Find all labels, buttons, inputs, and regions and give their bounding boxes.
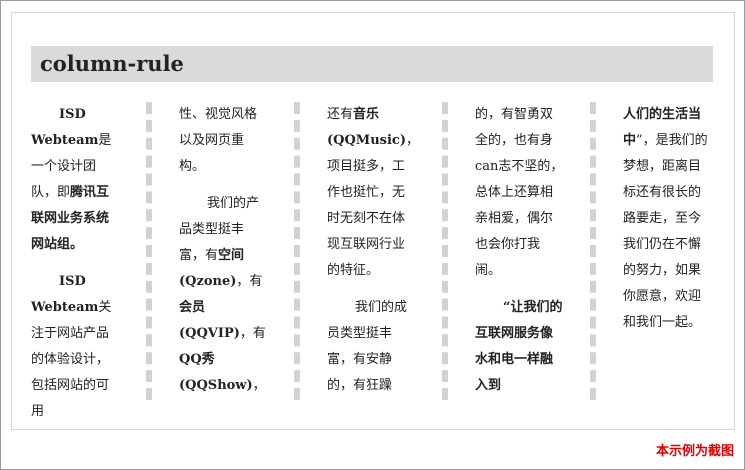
paragraph: 的，有智勇双全的，也有身can志不坚的，总体上还算相亲相爱，偶尔也会你打我闹。	[475, 102, 565, 284]
column-rule-4	[590, 102, 596, 400]
text-run: 关注于网站产品的体验设计，包括网站的可用	[31, 300, 112, 419]
column-rule-3	[442, 102, 448, 400]
text-column-1: ISD Webteam是一个设计团队，即腾讯互联网业务系统网站组。 ISD Web…	[31, 102, 121, 436]
text-column-3: 还有音乐(QQMusic)，项目挺多，工作也挺忙，无时无刻不在体现互联网行业的特…	[327, 102, 419, 410]
text-run: 还有	[327, 107, 354, 122]
title-bar: column-rule	[31, 46, 713, 82]
text-run: ，项目挺多，工作也挺忙，无时无刻不在体现互联网行业的特征。	[327, 133, 419, 278]
paragraph: 我们的产品类型挺丰富，有空间(Qzone)，有会员(QQVIP)，有QQ秀(QQ…	[179, 191, 269, 399]
column-rule-1	[146, 102, 152, 400]
column-rule-2	[294, 102, 300, 400]
paragraph: 还有音乐(QQMusic)，项目挺多，工作也挺忙，无时无刻不在体现互联网行业的特…	[327, 102, 419, 284]
paragraph: ISD Webteam是一个设计团队，即腾讯互联网业务系统网站组。	[31, 102, 121, 258]
paragraph: 性、视觉风格以及网页重构。	[179, 102, 269, 180]
text-run: 性、视觉风格以及网页重构。	[179, 107, 258, 174]
text-run: 我们的成员类型挺丰富，有安静的，有狂躁	[327, 300, 408, 393]
text-column-2: 性、视觉风格以及网页重构。 我们的产品类型挺丰富，有空间(Qzone)，有会员(Q…	[179, 102, 269, 410]
text-run: 的，有智勇双全的，也有身can志不坚的，总体上还算相亲相爱，偶尔也会你打我闹。	[475, 107, 564, 278]
text-run: ，有	[239, 326, 266, 341]
bold-text: 会员(QQVIP)	[179, 300, 240, 341]
text-run: ”，是我们的梦想，距离目标还有很长的路要走，至今我们仍在不懈的努力，如果你愿意，…	[623, 133, 708, 330]
bold-text: “让我们的互联网服务像水和电一样融入到	[475, 300, 563, 393]
bold-text: ISD Webteam	[31, 107, 99, 148]
screenshot-caption: 本示例为截图	[655, 444, 734, 459]
paragraph: 我们的成员类型挺丰富，有安静的，有狂躁	[327, 295, 417, 399]
bold-text: ISD Webteam	[31, 274, 99, 315]
text-run: ，有	[236, 274, 263, 289]
bold-text: QQ秀(QQShow)	[179, 352, 253, 393]
text-run: ，	[252, 378, 266, 393]
multi-column-text: ISD Webteam是一个设计团队，即腾讯互联网业务系统网站组。 ISD Web…	[0, 102, 745, 419]
text-column-4: 的，有智勇双全的，也有身can志不坚的，总体上还算相亲相爱，偶尔也会你打我闹。 “…	[475, 102, 565, 410]
page-title: column-rule	[40, 51, 184, 76]
paragraph: “让我们的互联网服务像水和电一样融入到	[475, 295, 565, 399]
text-column-5: 人们的生活当中”，是我们的梦想，距离目标还有很长的路要走，至今我们仍在不懈的努力…	[623, 102, 713, 347]
paragraph: 人们的生活当中”，是我们的梦想，距离目标还有很长的路要走，至今我们仍在不懈的努力…	[623, 102, 713, 336]
paragraph: ISD Webteam关注于网站产品的体验设计，包括网站的可用	[31, 269, 121, 425]
